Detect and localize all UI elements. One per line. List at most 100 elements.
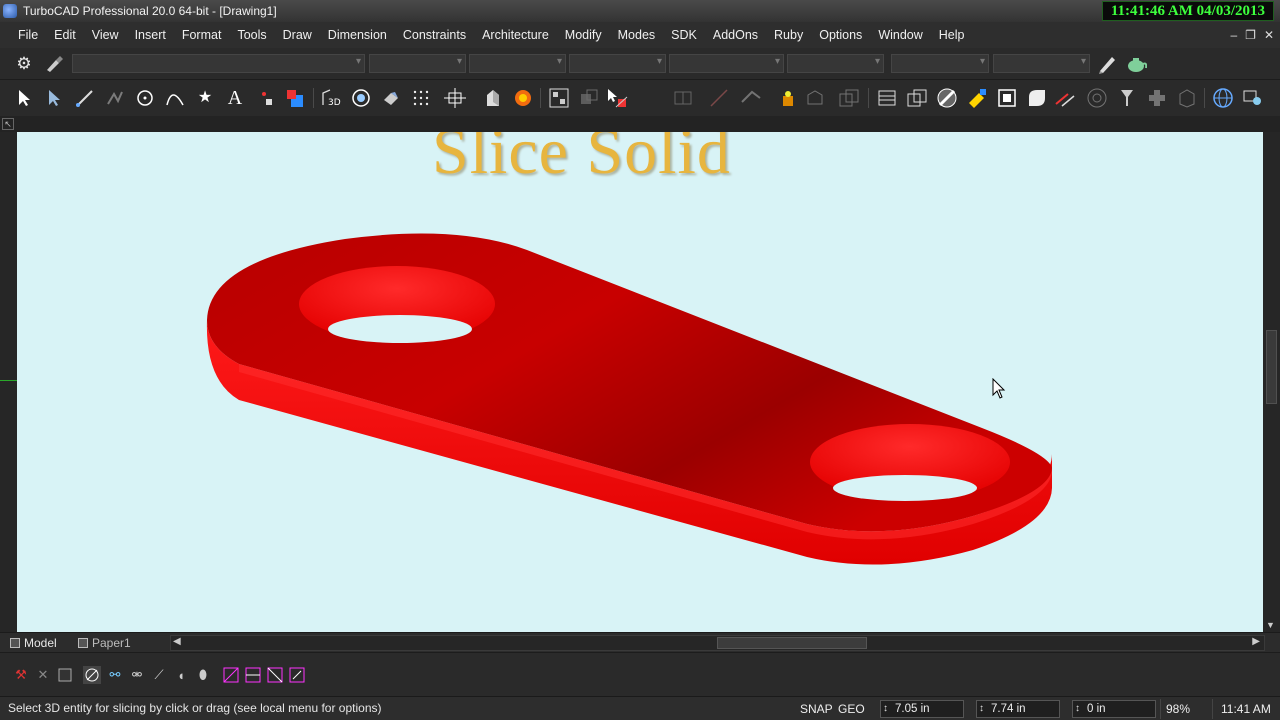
- menu-sdk[interactable]: SDK: [663, 22, 705, 48]
- menu-draw[interactable]: Draw: [275, 22, 320, 48]
- bolt-icon[interactable]: [1054, 87, 1076, 109]
- measure-icon[interactable]: [708, 87, 730, 109]
- plus-icon[interactable]: [1086, 87, 1108, 109]
- menu-architecture[interactable]: Architecture: [474, 22, 557, 48]
- light-icon[interactable]: [740, 87, 762, 109]
- settings-icon[interactable]: [1242, 87, 1264, 109]
- drawing-canvas[interactable]: Slice Solid: [17, 132, 1263, 632]
- globe-icon[interactable]: [1212, 87, 1234, 109]
- line-icon[interactable]: [74, 87, 96, 109]
- minimize-button[interactable]: –: [1230, 28, 1237, 42]
- push-pull-icon[interactable]: [778, 87, 800, 109]
- blend-icon[interactable]: [996, 87, 1018, 109]
- box-icon[interactable]: [838, 87, 860, 109]
- menu-file[interactable]: File: [10, 22, 46, 48]
- camera-target-icon[interactable]: [350, 87, 372, 109]
- menu-dimension[interactable]: Dimension: [320, 22, 395, 48]
- edit-arrow-icon[interactable]: [44, 87, 66, 109]
- menu-view[interactable]: View: [84, 22, 127, 48]
- geo-toggle[interactable]: GEO: [838, 702, 865, 716]
- menu-tools[interactable]: Tools: [229, 22, 274, 48]
- menu-ruby[interactable]: Ruby: [766, 22, 811, 48]
- snap-nearest-icon[interactable]: [288, 666, 306, 684]
- thickness-dropdown[interactable]: [993, 54, 1090, 73]
- teapot-icon[interactable]: [1124, 53, 1148, 75]
- gear-icon[interactable]: ⚙: [12, 53, 36, 75]
- snap-center-icon[interactable]: ⟋: [150, 666, 168, 684]
- point-icon[interactable]: [256, 87, 278, 109]
- snap-icon[interactable]: [444, 87, 466, 109]
- multiline-icon[interactable]: [104, 87, 126, 109]
- menu-modes[interactable]: Modes: [610, 22, 664, 48]
- block-icon[interactable]: [548, 87, 570, 109]
- text-icon[interactable]: A: [224, 87, 246, 109]
- horizontal-scroll-thumb[interactable]: [717, 637, 867, 649]
- menu-window[interactable]: Window: [870, 22, 930, 48]
- cube-icon[interactable]: [1116, 87, 1138, 109]
- line-width-dropdown[interactable]: [569, 54, 666, 73]
- menu-help[interactable]: Help: [931, 22, 973, 48]
- menu-options[interactable]: Options: [811, 22, 870, 48]
- snap-vertex-icon[interactable]: ⚯: [106, 666, 124, 684]
- solid-box-icon[interactable]: [1176, 87, 1198, 109]
- zoom-level[interactable]: 98%: [1166, 702, 1190, 716]
- menu-modify[interactable]: Modify: [557, 22, 610, 48]
- shell-icon[interactable]: [482, 87, 504, 109]
- menu-edit[interactable]: Edit: [46, 22, 84, 48]
- slice-icon[interactable]: [606, 87, 628, 109]
- group-icon[interactable]: [578, 87, 600, 109]
- pencil-icon[interactable]: [1095, 53, 1119, 75]
- snap-intersection-icon[interactable]: [266, 666, 284, 684]
- scroll-right-arrow-icon[interactable]: ▶: [1252, 636, 1260, 647]
- circle-icon[interactable]: [134, 87, 156, 109]
- snap-none-icon[interactable]: [83, 666, 101, 684]
- menu-constraints[interactable]: Constraints: [395, 22, 474, 48]
- scroll-left-arrow-icon[interactable]: ◀: [173, 636, 181, 647]
- pen-color-dropdown[interactable]: [369, 54, 466, 73]
- hatch-icon[interactable]: [936, 87, 958, 109]
- snap-toggle[interactable]: SNAP: [800, 702, 833, 716]
- tab-paper1[interactable]: Paper1: [74, 635, 135, 651]
- horizontal-scrollbar[interactable]: ◀ ▶: [170, 635, 1265, 651]
- ruler-corner-button[interactable]: ↖: [2, 118, 14, 130]
- layers-icon[interactable]: [804, 87, 826, 109]
- vertical-scroll-thumb[interactable]: [1266, 330, 1277, 404]
- x-coordinate-field[interactable]: ↕ 7.05 in: [880, 700, 964, 718]
- material-dropdown[interactable]: [891, 54, 989, 73]
- brush-icon[interactable]: [42, 53, 66, 75]
- boolean-icon[interactable]: [672, 87, 694, 109]
- render-icon[interactable]: [380, 87, 402, 109]
- scroll-down-arrow-icon[interactable]: ▼: [1266, 620, 1275, 630]
- menu-insert[interactable]: Insert: [127, 22, 174, 48]
- link-bar-solid[interactable]: [17, 132, 1263, 632]
- pattern-dropdown[interactable]: [787, 54, 884, 73]
- cross-icon[interactable]: ✕: [34, 666, 52, 684]
- curve-icon[interactable]: [164, 87, 186, 109]
- snap-perpendicular-icon[interactable]: [222, 666, 240, 684]
- square-icon[interactable]: [56, 666, 74, 684]
- snap-middle-icon[interactable]: ⚮: [128, 666, 146, 684]
- select-arrow-icon[interactable]: [14, 87, 36, 109]
- fill-icon[interactable]: [284, 87, 306, 109]
- wireframe-icon[interactable]: [906, 87, 928, 109]
- view-3d-icon[interactable]: 3D: [320, 87, 342, 109]
- star-icon[interactable]: ★: [194, 87, 216, 109]
- y-coordinate-field[interactable]: ↕ 7.74 in: [976, 700, 1060, 718]
- grid-icon[interactable]: [410, 87, 432, 109]
- snap-tangent-icon[interactable]: ⬮: [194, 666, 212, 684]
- cross-solid-icon[interactable]: [1146, 87, 1168, 109]
- line-style-dropdown[interactable]: [469, 54, 566, 73]
- close-button[interactable]: ✕: [1264, 28, 1274, 42]
- menu-format[interactable]: Format: [174, 22, 230, 48]
- shaded-icon[interactable]: [876, 87, 898, 109]
- snap-grid-icon[interactable]: [244, 666, 262, 684]
- restore-button[interactable]: ❐: [1245, 28, 1256, 42]
- zoom-window-icon[interactable]: [966, 87, 988, 109]
- brush-color-dropdown[interactable]: [669, 54, 784, 73]
- layer-dropdown[interactable]: [72, 54, 365, 73]
- chamfer-icon[interactable]: [1026, 87, 1048, 109]
- snap-quadrant-icon[interactable]: ◖: [172, 666, 190, 684]
- vertical-scrollbar[interactable]: ▼: [1263, 132, 1280, 632]
- z-coordinate-field[interactable]: ↕ 0 in: [1072, 700, 1156, 718]
- app-icon[interactable]: [3, 4, 17, 18]
